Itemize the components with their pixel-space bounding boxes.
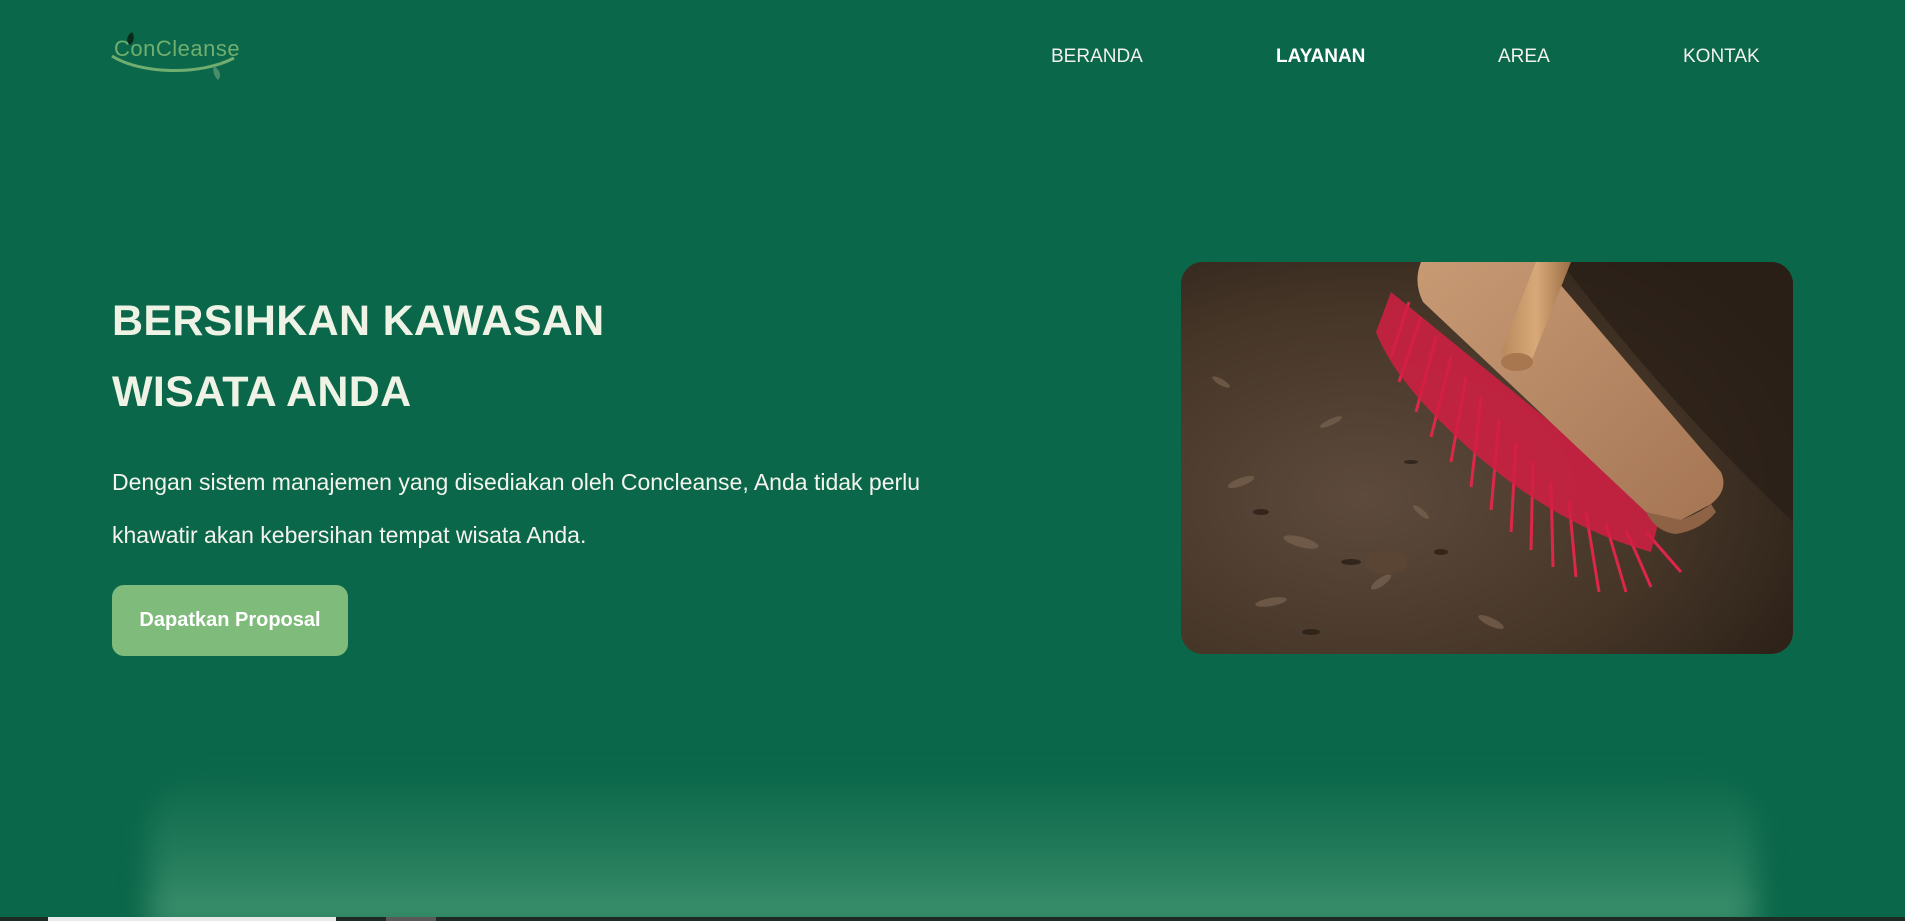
broom-photo: [1181, 262, 1793, 654]
hero-title-line2: WISATA ANDA: [112, 368, 412, 416]
bottom-glow: [150, 770, 1755, 921]
hero-desc-line1: Dengan sistem manajemen yang disediakan …: [112, 469, 921, 495]
scrollbar-thumb[interactable]: [48, 917, 336, 921]
nav-item-kontak[interactable]: KONTAK: [1683, 46, 1760, 68]
hero-desc-line2: khawatir akan kebersihan tempat wisata A…: [112, 522, 587, 548]
get-proposal-button[interactable]: Dapatkan Proposal: [112, 585, 348, 656]
site-header: ConCleanse BERANDA LAYANAN AREA KONTAK: [0, 0, 1905, 115]
nav-item-area[interactable]: AREA: [1498, 46, 1550, 68]
hero-description: Dengan sistem manajemen yang disediakan …: [112, 456, 1012, 562]
landing-page: ConCleanse BERANDA LAYANAN AREA KONTAK B…: [0, 0, 1905, 921]
hero-title: BERSIHKAN KAWASAN WISATA ANDA: [112, 286, 1012, 428]
scrollbar-indicator: [386, 917, 436, 921]
hero-image: [1181, 262, 1793, 654]
nav-item-layanan[interactable]: LAYANAN: [1276, 46, 1365, 68]
nav-item-beranda[interactable]: BERANDA: [1051, 46, 1143, 68]
main-nav: BERANDA LAYANAN AREA KONTAK: [0, 46, 1905, 70]
hero-title-line1: BERSIHKAN KAWASAN: [112, 297, 605, 345]
